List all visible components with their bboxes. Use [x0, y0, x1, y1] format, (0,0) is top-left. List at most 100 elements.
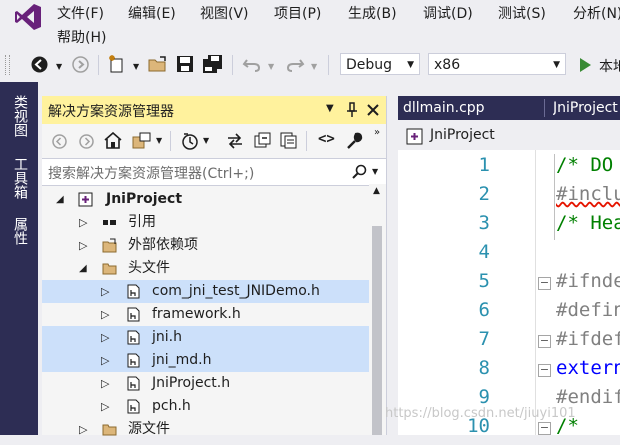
fold-toggle-icon[interactable]: − — [538, 277, 551, 290]
toolbar-separator — [328, 55, 329, 75]
expanded-arrow-icon[interactable]: ◢ — [56, 188, 64, 211]
window-position-dropdown-icon[interactable]: ▼ — [326, 103, 334, 114]
home-icon[interactable] — [104, 132, 122, 149]
forward-icon[interactable] — [79, 134, 94, 149]
tab-separator — [544, 99, 545, 117]
back-icon[interactable] — [52, 134, 67, 149]
tree-item[interactable]: ◢ 头文件 — [42, 257, 369, 280]
class-view-tab[interactable]: 类视图 — [12, 95, 28, 137]
solution-configuration-combo[interactable]: Debug ▼ — [340, 53, 420, 75]
close-icon[interactable] — [367, 104, 379, 116]
platform-value: x86 — [434, 57, 461, 73]
tree-item[interactable]: ▷ framework.h — [42, 303, 369, 326]
collapsed-arrow-icon[interactable]: ▷ — [79, 211, 87, 234]
collapsed-arrow-icon[interactable]: ▷ — [101, 372, 109, 395]
fold-toggle-icon[interactable]: − — [538, 335, 551, 348]
save-icon[interactable] — [176, 55, 194, 73]
tree-item[interactable]: ▷ jni_md.h — [42, 349, 369, 372]
code-line: /* Hea — [556, 212, 620, 234]
tree-item[interactable]: ▷ 外部依赖项 — [42, 234, 369, 257]
overflow-chevron-icon[interactable]: » — [374, 127, 380, 138]
external-deps-icon — [102, 238, 117, 253]
fold-toggle-icon[interactable]: − — [538, 422, 551, 435]
pin-icon[interactable] — [346, 102, 358, 118]
tab-jniproject[interactable]: JniProject — [553, 96, 620, 120]
view-code-icon[interactable]: <> — [318, 131, 335, 147]
tree-item[interactable]: ▷ JniProject.h — [42, 372, 369, 395]
redo-dropdown-icon[interactable]: ▼ — [311, 59, 317, 75]
visual-studio-logo-icon[interactable] — [14, 3, 42, 31]
line-number: 1 — [478, 154, 490, 176]
tree-item-label: framework.h — [152, 306, 241, 322]
solution-platform-combo[interactable]: x86 ▼ — [428, 53, 566, 75]
menu-analyze[interactable]: 分析(N) — [573, 3, 620, 23]
fold-toggle-icon[interactable]: − — [538, 364, 551, 377]
expanded-arrow-icon[interactable]: ◢ — [79, 257, 87, 280]
back-icon[interactable] — [31, 56, 48, 73]
solution-explorer-titlebar[interactable]: 解决方案资源管理器 ▼ — [42, 96, 386, 124]
back-dropdown-icon[interactable]: ▼ — [56, 59, 62, 75]
document-tab-strip: dllmain.cpp JniProject — [398, 96, 620, 120]
tab-dllmain-cpp[interactable]: dllmain.cpp — [403, 96, 543, 120]
new-project-icon[interactable] — [108, 54, 126, 74]
code-line: #inclu — [556, 183, 620, 205]
menu-view[interactable]: 视图(V) — [200, 3, 249, 23]
header-file-icon — [127, 376, 140, 391]
forward-icon[interactable] — [72, 56, 89, 73]
collapsed-arrow-icon[interactable]: ▷ — [101, 326, 109, 349]
search-options-dropdown-icon[interactable]: ▼ — [372, 167, 378, 176]
menu-edit[interactable]: 编辑(E) — [128, 3, 176, 23]
sync-with-active-document-icon[interactable] — [226, 133, 244, 149]
menu-build[interactable]: 生成(B) — [348, 3, 397, 23]
tree-item-label: JniProject — [106, 191, 183, 207]
indent-guide — [554, 154, 555, 240]
menu-debug[interactable]: 调试(D) — [423, 3, 473, 23]
header-file-icon — [127, 399, 140, 414]
collapsed-arrow-icon[interactable]: ▷ — [79, 234, 87, 257]
properties-wrench-icon[interactable] — [345, 132, 363, 150]
collapsed-arrow-icon[interactable]: ▷ — [101, 349, 109, 372]
menu-file[interactable]: 文件(F) — [57, 3, 104, 23]
tree-item-label: pch.h — [152, 398, 191, 414]
collapsed-arrow-icon[interactable]: ▷ — [101, 280, 109, 303]
menu-test[interactable]: 测试(S) — [498, 3, 546, 23]
tree-item[interactable]: ▷ 源文件 — [42, 418, 369, 441]
scroll-up-icon[interactable]: ▲ — [373, 186, 380, 196]
pending-changes-filter-icon[interactable] — [181, 132, 199, 150]
switch-views-dropdown-icon[interactable]: ▼ — [156, 136, 162, 145]
start-debug-icon[interactable] — [578, 57, 592, 73]
menu-help[interactable]: 帮助(H) — [57, 27, 106, 47]
properties-tab[interactable]: 属性 — [12, 217, 28, 245]
save-all-icon[interactable] — [202, 54, 224, 74]
undo-icon[interactable] — [242, 56, 262, 73]
search-icon[interactable] — [352, 164, 367, 179]
tree-item[interactable]: ▷ jni.h — [42, 326, 369, 349]
code-editor[interactable]: 1/* DO 2 #inclu 3/* Hea 4 5− #ifnde 6 #defin 7− #i… — [398, 150, 620, 437]
open-file-icon[interactable] — [148, 56, 168, 73]
switch-views-icon[interactable] — [132, 132, 152, 149]
show-all-files-icon[interactable] — [280, 132, 297, 149]
tree-item[interactable]: ▷ pch.h — [42, 395, 369, 418]
collapse-all-icon[interactable] — [254, 132, 271, 149]
collapsed-arrow-icon[interactable]: ▷ — [79, 418, 87, 441]
toolbox-tab[interactable]: 工具箱 — [12, 157, 28, 199]
nav-project-dropdown[interactable]: JniProject — [430, 127, 495, 143]
redo-icon[interactable] — [285, 56, 305, 73]
watermark-text: https://blog.csdn.net/jiuyi101 — [385, 406, 576, 421]
tree-item[interactable]: ▷ 引用 — [42, 211, 369, 234]
line-number: 4 — [478, 241, 490, 263]
toolbar-grip[interactable] — [5, 55, 10, 75]
new-dropdown-icon[interactable]: ▼ — [133, 59, 139, 75]
collapsed-arrow-icon[interactable]: ▷ — [101, 395, 109, 418]
start-debug-label[interactable]: 本地 — [599, 56, 620, 76]
tree-item[interactable]: ▷ com_jni_test_JNIDemo.h — [42, 280, 369, 303]
chevron-down-icon: ▼ — [553, 60, 560, 70]
tree-item[interactable]: ◢ JniProject — [42, 188, 369, 211]
left-tool-strip: 类视图 工具箱 属性 — [0, 82, 38, 435]
scrollbar-thumb[interactable] — [372, 226, 382, 435]
menu-project[interactable]: 项目(P) — [274, 3, 321, 23]
filter-dropdown-icon[interactable]: ▼ — [203, 136, 209, 145]
undo-dropdown-icon[interactable]: ▼ — [268, 59, 274, 75]
solution-explorer-search[interactable]: 搜索解决方案资源管理器(Ctrl+;) ▼ — [42, 158, 386, 186]
collapsed-arrow-icon[interactable]: ▷ — [101, 303, 109, 326]
